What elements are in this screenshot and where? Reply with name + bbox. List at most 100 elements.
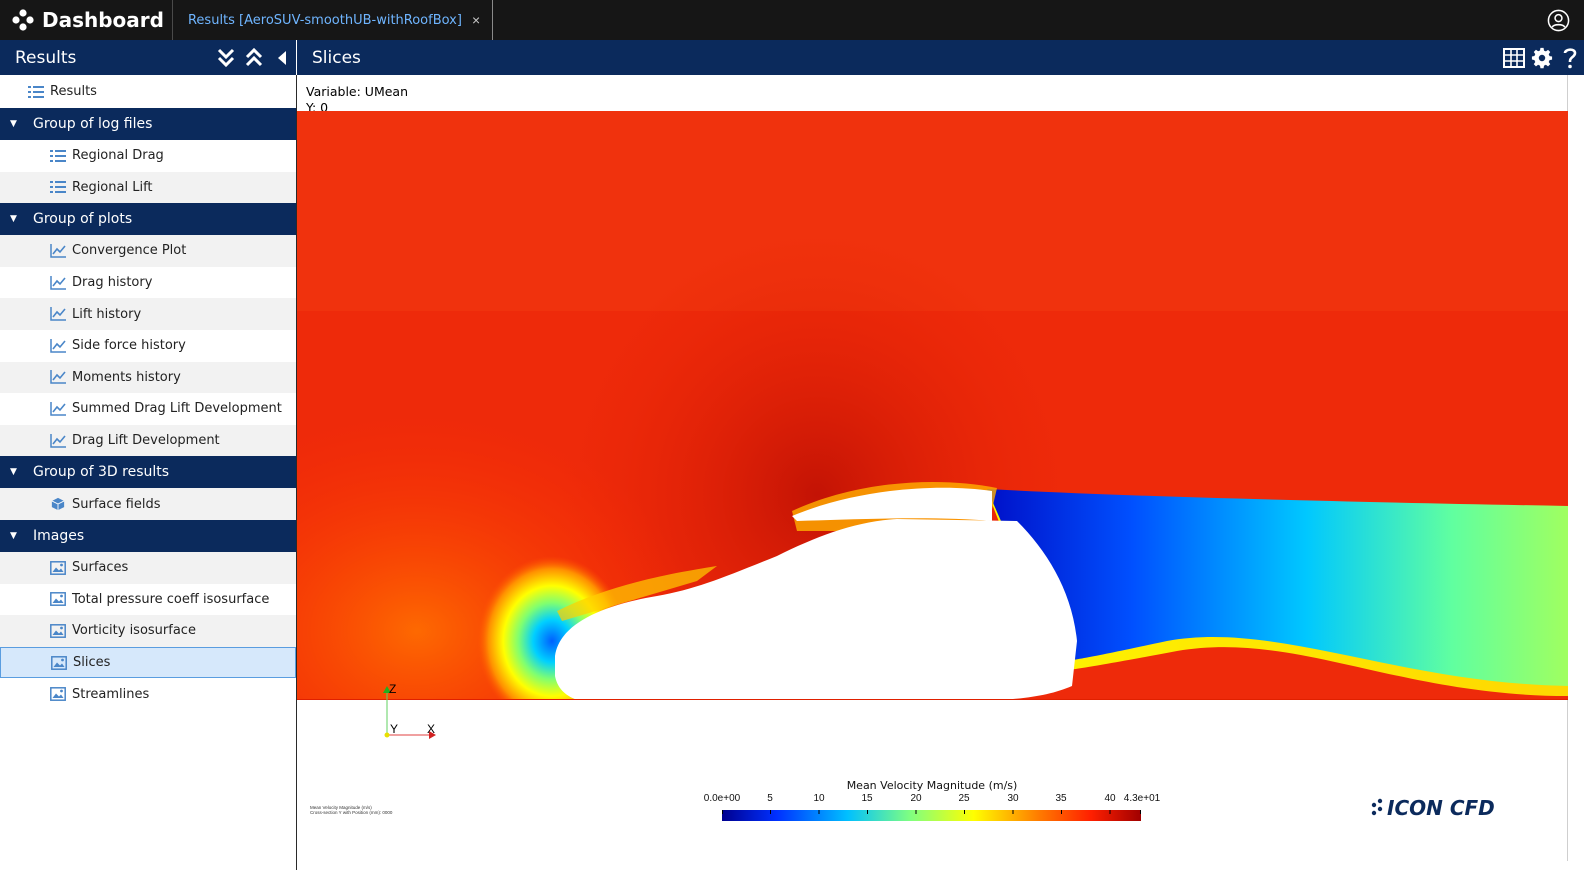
tree-item-summed-drag-lift[interactable]: Summed Drag Lift Development [0, 393, 296, 425]
group-label: Group of log files [33, 116, 153, 132]
tab-results[interactable]: Results [AeroSUV-smoothUB-withRoofBox] × [173, 0, 494, 40]
tree-item-label: Regional Lift [72, 179, 153, 195]
colorbar-tick: 0.0e+00 [703, 793, 741, 804]
cube-icon [51, 498, 65, 511]
tree-item-label: Streamlines [72, 686, 150, 702]
colorbar [722, 810, 1141, 821]
colorbar-tick: 25 [958, 793, 970, 804]
group-images[interactable]: ▼ Images [0, 519, 296, 552]
tree-item-label: Moments history [72, 369, 181, 385]
expand-all-button[interactable] [212, 40, 240, 75]
logo-text: ICON CFD [1387, 797, 1495, 819]
tree-root-results[interactable]: Results [0, 75, 296, 108]
colorbar-tick: 20 [910, 793, 922, 804]
group-log-files[interactable]: ▼ Group of log files [0, 108, 296, 140]
user-account-icon[interactable] [1547, 9, 1570, 32]
chart-line-icon [50, 275, 66, 290]
page-title: Slices [312, 47, 361, 68]
list-icon [28, 85, 44, 98]
tree-item-side-force-history[interactable]: Side force history [0, 329, 296, 362]
caret-down-icon[interactable]: ▼ [10, 531, 33, 541]
colorbar-title: Mean Velocity Magnitude (m/s) [846, 779, 1018, 792]
image-icon [50, 560, 66, 575]
tree-item-slices[interactable]: Slices [0, 646, 296, 679]
chart-line-icon [50, 370, 66, 385]
tree-root-label: Results [50, 84, 97, 99]
sidebar-header: Results [0, 40, 296, 75]
tree-item-label: Vorticity isosurface [72, 623, 196, 639]
caret-down-icon[interactable]: ▼ [10, 467, 33, 477]
question-mark-icon [1563, 47, 1577, 68]
gear-icon [1531, 47, 1553, 68]
chart-line-icon [50, 243, 66, 258]
tree-item-surfaces[interactable]: Surfaces [0, 551, 296, 584]
tree-item-lift-history[interactable]: Lift history [0, 298, 296, 330]
tree-item-label: Surface fields [72, 496, 161, 512]
tree-item-label: Total pressure coeff isosurface [72, 591, 270, 607]
tree-item-label: Lift history [72, 306, 142, 322]
tree-item-surface-fields[interactable]: Surface fields [0, 488, 296, 520]
chart-line-icon [50, 338, 66, 353]
tree-item-total-pressure[interactable]: Total pressure coeff isosurface [0, 583, 296, 616]
tree-item-vorticity[interactable]: Vorticity isosurface [0, 615, 296, 647]
tab-close-icon[interactable]: × [472, 12, 480, 28]
tab-label[interactable]: Results [AeroSUV-smoothUB-withRoofBox] [188, 13, 462, 28]
slice-viewer: Variable: UMean Y: 0 Z Y X Mean Velocity… [297, 75, 1568, 861]
tree-item-regional-lift[interactable]: Regional Lift [0, 171, 296, 204]
tree-item-convergence-plot[interactable]: Convergence Plot [0, 235, 296, 267]
tree-item-label: Slices [73, 655, 111, 671]
tree-item-label: Drag history [72, 275, 153, 291]
colorbar-ticks: 0.0e+00 5 10 15 20 25 30 35 40 4.3e+01 [702, 793, 1162, 807]
orientation-axes: Z Y X [383, 682, 436, 739]
tree-item-label: Surfaces [72, 560, 129, 576]
icon-cfd-logo: ICON CFD [1371, 797, 1495, 819]
caret-down-icon[interactable]: ▼ [10, 119, 33, 129]
main-header: Slices [297, 40, 1584, 75]
tree-item-drag-history[interactable]: Drag history [0, 266, 296, 299]
image-icon [50, 687, 66, 702]
variable-label: Variable: UMean [306, 84, 409, 99]
group-label: Group of 3D results [33, 464, 170, 481]
list-icon [50, 149, 66, 162]
tree-item-regional-drag[interactable]: Regional Drag [0, 140, 296, 172]
collapse-all-button[interactable] [240, 40, 268, 75]
settings-button[interactable] [1528, 40, 1556, 75]
sidebar-title: Results [15, 47, 77, 68]
colorbar-tick: 30 [1007, 793, 1019, 804]
colorbar-tick: 40 [1104, 793, 1116, 804]
image-caption: Mean Velocity Magnitude (m/s) Cross-sect… [310, 805, 430, 815]
tree-item-label: Drag Lift Development [72, 433, 220, 449]
tree-item-label: Side force history [72, 338, 186, 354]
grid-view-button[interactable] [1500, 40, 1528, 75]
tree-item-moments-history[interactable]: Moments history [0, 361, 296, 394]
colorbar-tick: 15 [861, 793, 873, 804]
tree-item-label: Summed Drag Lift Development [72, 401, 282, 417]
image-icon [50, 623, 66, 638]
tree-item-streamlines[interactable]: Streamlines [0, 678, 296, 710]
group-plots[interactable]: ▼ Group of plots [0, 203, 296, 236]
tree-item-drag-lift-development[interactable]: Drag Lift Development [0, 424, 296, 457]
help-button[interactable] [1556, 40, 1584, 75]
collapse-sidebar-button[interactable] [268, 40, 296, 75]
image-icon [51, 655, 67, 670]
top-bar: Dashboard Results [AeroSUV-smoothUB-with… [0, 0, 1584, 40]
caret-down-icon[interactable]: ▼ [10, 214, 33, 224]
axis-x-label: X [427, 722, 435, 736]
colorbar-tick: 10 [813, 793, 825, 804]
app-title: Dashboard [42, 8, 164, 32]
group-label: Images [33, 527, 85, 544]
dashboard-logo-icon [12, 9, 34, 31]
tree-item-label: Regional Drag [72, 148, 164, 164]
chart-line-icon [50, 401, 66, 416]
grid-icon [1503, 47, 1525, 68]
chart-line-icon [50, 307, 66, 321]
results-tree: Results ▼ Group of log files Regional Dr… [0, 75, 296, 710]
chart-line-icon [50, 433, 66, 448]
dashboard-brand[interactable]: Dashboard [0, 0, 173, 40]
axis-z-label: Z [389, 682, 396, 696]
list-icon [50, 181, 66, 194]
group-label: Group of plots [33, 211, 133, 228]
image-icon [50, 592, 66, 607]
group-3d-results[interactable]: ▼ Group of 3D results [0, 456, 296, 489]
velocity-slice-image[interactable] [297, 111, 1568, 700]
